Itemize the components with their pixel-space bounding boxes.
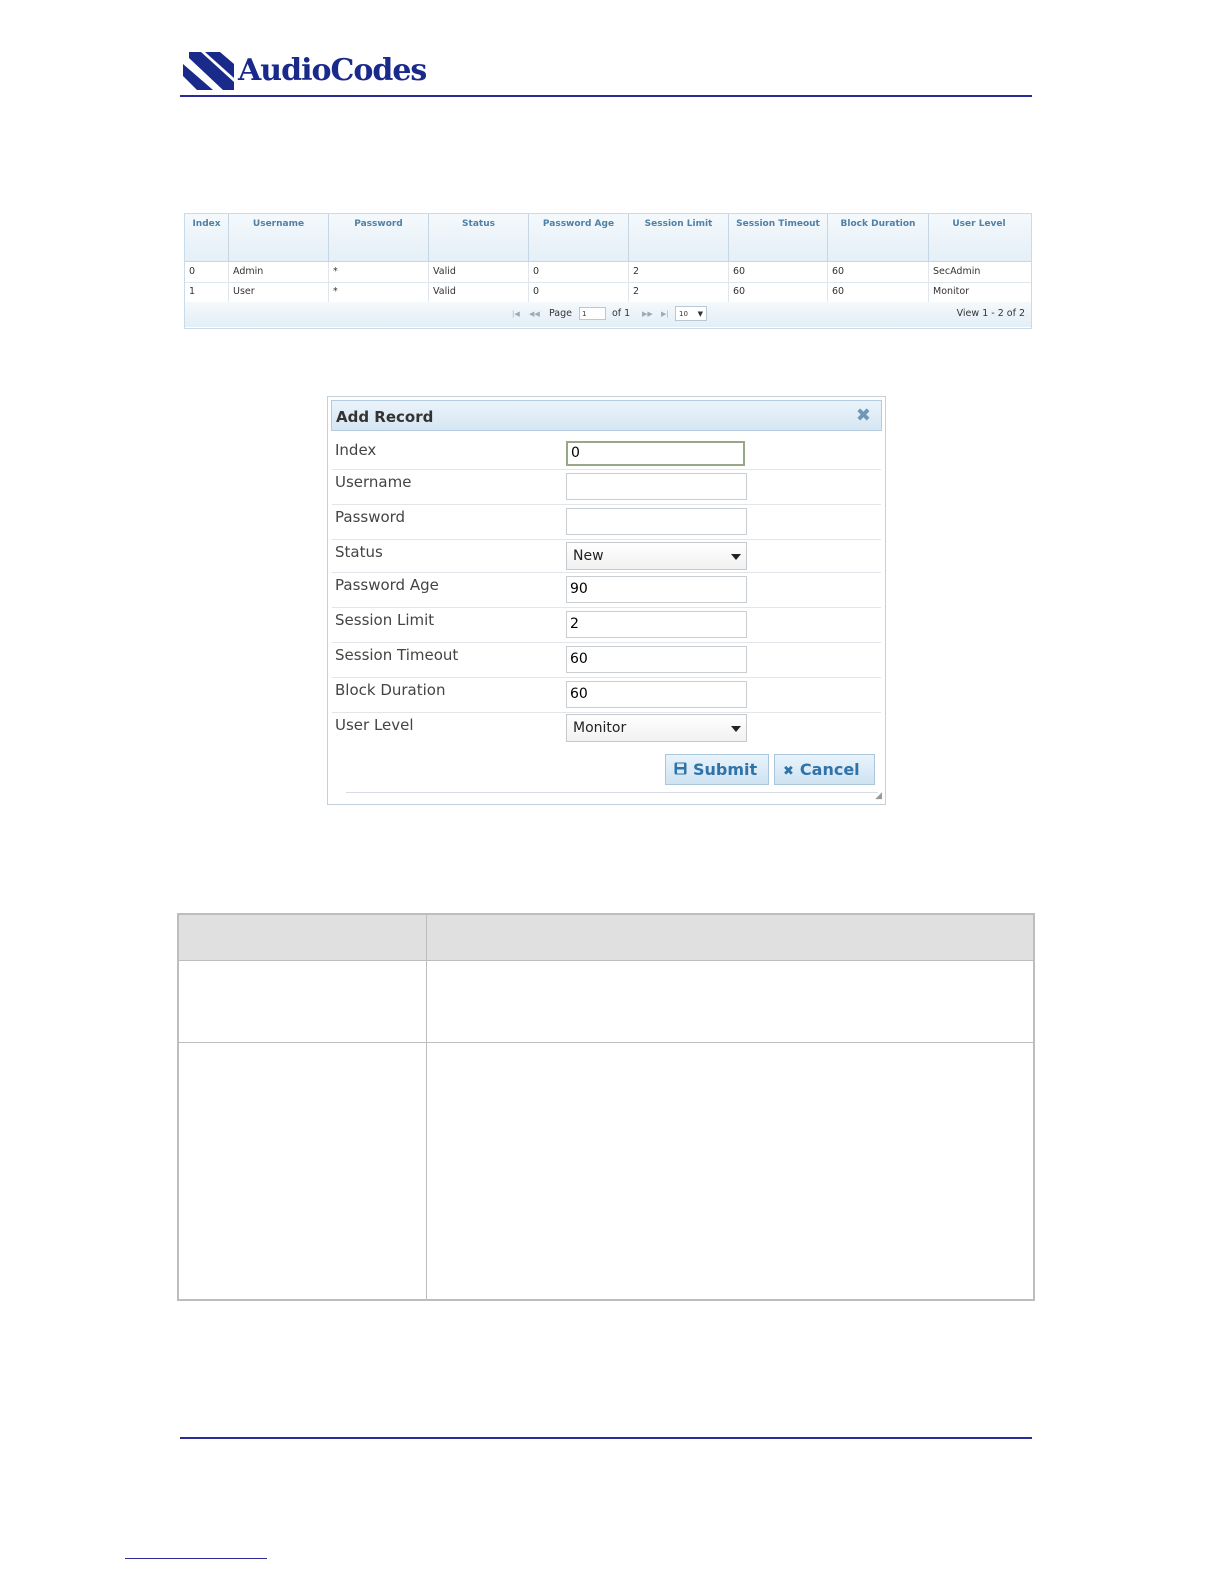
view-count: View 1 - 2 of 2 <box>956 308 1025 319</box>
users-table: Index Username Password Status Password … <box>184 213 1032 329</box>
password-age-input[interactable]: 90 <box>566 576 747 603</box>
column-header-status[interactable]: Status <box>429 214 529 261</box>
form-row-session-limit: Session Limit 2 <box>332 607 881 643</box>
status-select-value: New <box>573 548 604 564</box>
first-page-icon[interactable]: |◀ <box>512 310 520 318</box>
cell-session-limit: 2 <box>629 262 729 282</box>
index-label: Index <box>335 441 377 459</box>
column-header-session-timeout[interactable]: Session Timeout <box>729 214 828 261</box>
resize-handle-icon[interactable]: ◢ <box>875 791 882 801</box>
cell-session-timeout: 60 <box>729 262 828 282</box>
cell-password-age: 0 <box>529 262 629 282</box>
audiocodes-logo: AudioCodes <box>183 52 427 90</box>
page-number-input[interactable]: 1 <box>579 307 606 320</box>
cell-session-timeout: 60 <box>729 282 828 302</box>
cancel-button-label: Cancel <box>799 760 860 779</box>
column-header-block-duration[interactable]: Block Duration <box>828 214 929 261</box>
username-label: Username <box>335 473 412 491</box>
dialog-title: Add Record <box>336 408 434 426</box>
dialog-footer-divider <box>346 792 878 793</box>
user-level-select[interactable]: Monitor <box>566 714 747 742</box>
chevron-down-icon <box>731 726 741 732</box>
password-age-label: Password Age <box>335 576 439 594</box>
cell-password: * <box>329 262 429 282</box>
cell-index: 1 <box>185 282 229 302</box>
form-row-username: Username <box>332 469 881 505</box>
password-input[interactable] <box>566 508 747 535</box>
user-level-select-value: Monitor <box>573 720 627 736</box>
cell-password-age: 0 <box>529 282 629 302</box>
column-header-index[interactable]: Index <box>185 214 229 261</box>
cell-index: 0 <box>185 262 229 282</box>
chevron-down-icon <box>731 554 741 560</box>
form-row-password: Password <box>332 504 881 540</box>
password-label: Password <box>335 508 406 526</box>
table-row[interactable]: 0 Admin * Valid 0 2 60 60 SecAdmin <box>185 262 1031 283</box>
page-label: Page <box>549 308 572 319</box>
cell-user-level: Monitor <box>933 286 970 297</box>
column-header-session-limit[interactable]: Session Limit <box>629 214 729 261</box>
user-level-label: User Level <box>335 716 414 734</box>
form-row-session-timeout: Session Timeout 60 <box>332 642 881 678</box>
page-size-select[interactable]: 10 ▼ <box>675 306 707 321</box>
table-pager: |◀ ◀◀ Page 1 of 1 ▶▶ ▶| 10 ▼ View 1 - 2 o… <box>185 302 1031 327</box>
description-table-column-divider <box>426 915 427 1299</box>
header-rule <box>180 95 1032 97</box>
footnote-rule <box>125 1558 267 1559</box>
cell-username: Admin <box>229 262 329 282</box>
username-input[interactable] <box>566 473 747 500</box>
cell-user-level: SecAdmin <box>933 266 981 277</box>
description-table-row-divider <box>179 1042 1033 1043</box>
page-count-label: of 1 <box>612 308 631 319</box>
next-page-icon[interactable]: ▶▶ <box>642 310 653 318</box>
session-timeout-label: Session Timeout <box>335 646 459 664</box>
column-header-user-level[interactable]: User Level <box>929 214 1029 261</box>
submit-button[interactable]: Submit <box>665 754 769 785</box>
form-row-status: Status New <box>332 539 881 573</box>
column-header-username[interactable]: Username <box>229 214 329 261</box>
cell-password: * <box>329 282 429 302</box>
session-limit-input[interactable]: 2 <box>566 611 747 638</box>
prev-page-icon[interactable]: ◀◀ <box>529 310 540 318</box>
cell-username: User <box>229 282 329 302</box>
form-row-block-duration: Block Duration 60 <box>332 677 881 713</box>
users-table-header: Index Username Password Status Password … <box>185 214 1031 262</box>
footer-rule <box>180 1437 1032 1439</box>
cell-session-limit: 2 <box>629 282 729 302</box>
session-limit-label: Session Limit <box>335 611 435 629</box>
cell-status: Valid <box>429 262 529 282</box>
close-icon: ✖ <box>783 764 794 779</box>
form-row-index: Index 0 <box>332 437 881 470</box>
block-duration-input[interactable]: 60 <box>566 681 747 708</box>
form-row-password-age: Password Age 90 <box>332 572 881 608</box>
last-page-icon[interactable]: ▶| <box>661 310 669 318</box>
session-timeout-input[interactable]: 60 <box>566 646 747 673</box>
dialog-title-bar[interactable]: Add Record ✖ <box>331 400 882 431</box>
description-table <box>177 913 1035 1301</box>
logo-text: AudioCodes <box>238 53 427 88</box>
status-label: Status <box>335 543 383 561</box>
save-icon <box>674 757 687 786</box>
cell-status: Valid <box>429 282 529 302</box>
cancel-button[interactable]: ✖ Cancel <box>774 754 875 785</box>
chevron-down-icon: ▼ <box>697 310 703 318</box>
close-icon[interactable]: ✖ <box>856 405 871 426</box>
page-size-value: 10 <box>679 310 688 318</box>
add-record-dialog: Add Record ✖ Index 0 Username Password S… <box>327 396 886 805</box>
form-row-user-level: User Level Monitor <box>332 712 881 745</box>
column-header-password-age[interactable]: Password Age <box>529 214 629 261</box>
cell-block-duration: 60 <box>828 262 929 282</box>
status-select[interactable]: New <box>566 542 747 570</box>
submit-button-label: Submit <box>693 760 758 779</box>
table-row[interactable]: 1 User * Valid 0 2 60 60 Monitor <box>185 282 1031 303</box>
description-table-header <box>179 915 1033 961</box>
cell-block-duration: 60 <box>828 282 929 302</box>
block-duration-label: Block Duration <box>335 681 446 699</box>
column-header-password[interactable]: Password <box>329 214 429 261</box>
audiocodes-logo-icon <box>183 52 234 90</box>
index-input[interactable]: 0 <box>566 441 745 466</box>
